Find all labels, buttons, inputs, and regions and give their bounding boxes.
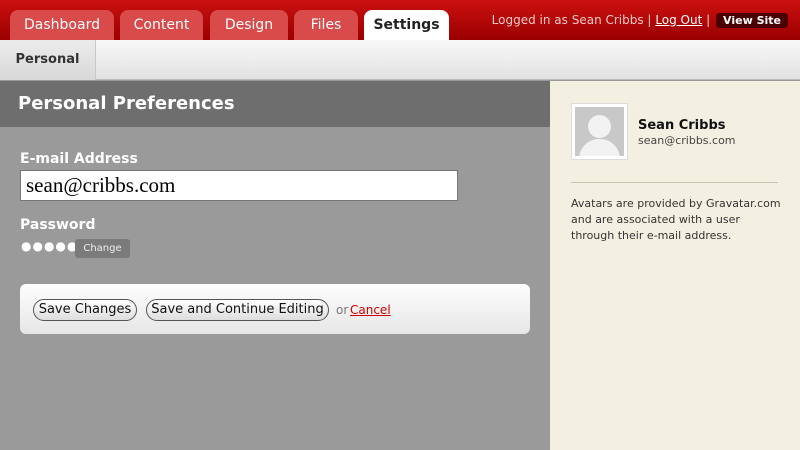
default-user-avatar-icon: [575, 107, 624, 156]
main-panel: Personal Preferences E-mail Address sean…: [0, 81, 550, 450]
tab-settings[interactable]: Settings: [364, 10, 449, 40]
or-text: or: [336, 303, 349, 317]
tab-dashboard[interactable]: Dashboard: [10, 10, 114, 40]
email-field[interactable]: sean@cribbs.com: [20, 170, 458, 201]
avatar-head: [588, 115, 611, 138]
sub-navigation: Personal: [0, 40, 800, 80]
form-actions: Save Changes Save and Continue Editing o…: [20, 284, 530, 334]
logged-in-text: Logged in as Sean Cribbs |: [491, 13, 652, 27]
cancel-link[interactable]: Cancel: [350, 303, 391, 317]
panel-header: Personal Preferences: [0, 81, 550, 127]
avatar: [571, 103, 628, 160]
gravatar-note: Avatars are provided by Gravatar.com and…: [571, 197, 781, 242]
avatar-body: [579, 139, 620, 156]
password-label: Password: [20, 217, 96, 233]
top-navigation-bar: Dashboard Content Design Files Settings …: [0, 0, 800, 40]
subtab-personal[interactable]: Personal: [0, 40, 96, 80]
view-site-button[interactable]: View Site: [716, 13, 788, 28]
user-info: Logged in as Sean Cribbs | Log Out | Vie…: [492, 13, 788, 28]
page-title: Personal Preferences: [18, 93, 235, 114]
user-name: Sean Cribbs: [638, 118, 726, 133]
tab-content[interactable]: Content: [120, 10, 203, 40]
logout-link[interactable]: Log Out: [655, 13, 702, 27]
user-email: sean@cribbs.com: [638, 134, 736, 147]
save-changes-button[interactable]: Save Changes: [33, 299, 137, 321]
password-masked-value: ●●●●●: [21, 239, 79, 253]
save-and-continue-button[interactable]: Save and Continue Editing: [146, 299, 329, 321]
tab-files[interactable]: Files: [294, 10, 358, 40]
divider: [571, 182, 778, 183]
change-password-button[interactable]: Change: [75, 239, 130, 258]
tab-design[interactable]: Design: [210, 10, 288, 40]
sidebar: Sean Cribbs sean@cribbs.com Avatars are …: [550, 81, 800, 450]
email-label: E-mail Address: [20, 151, 138, 167]
separator: |: [706, 13, 711, 27]
